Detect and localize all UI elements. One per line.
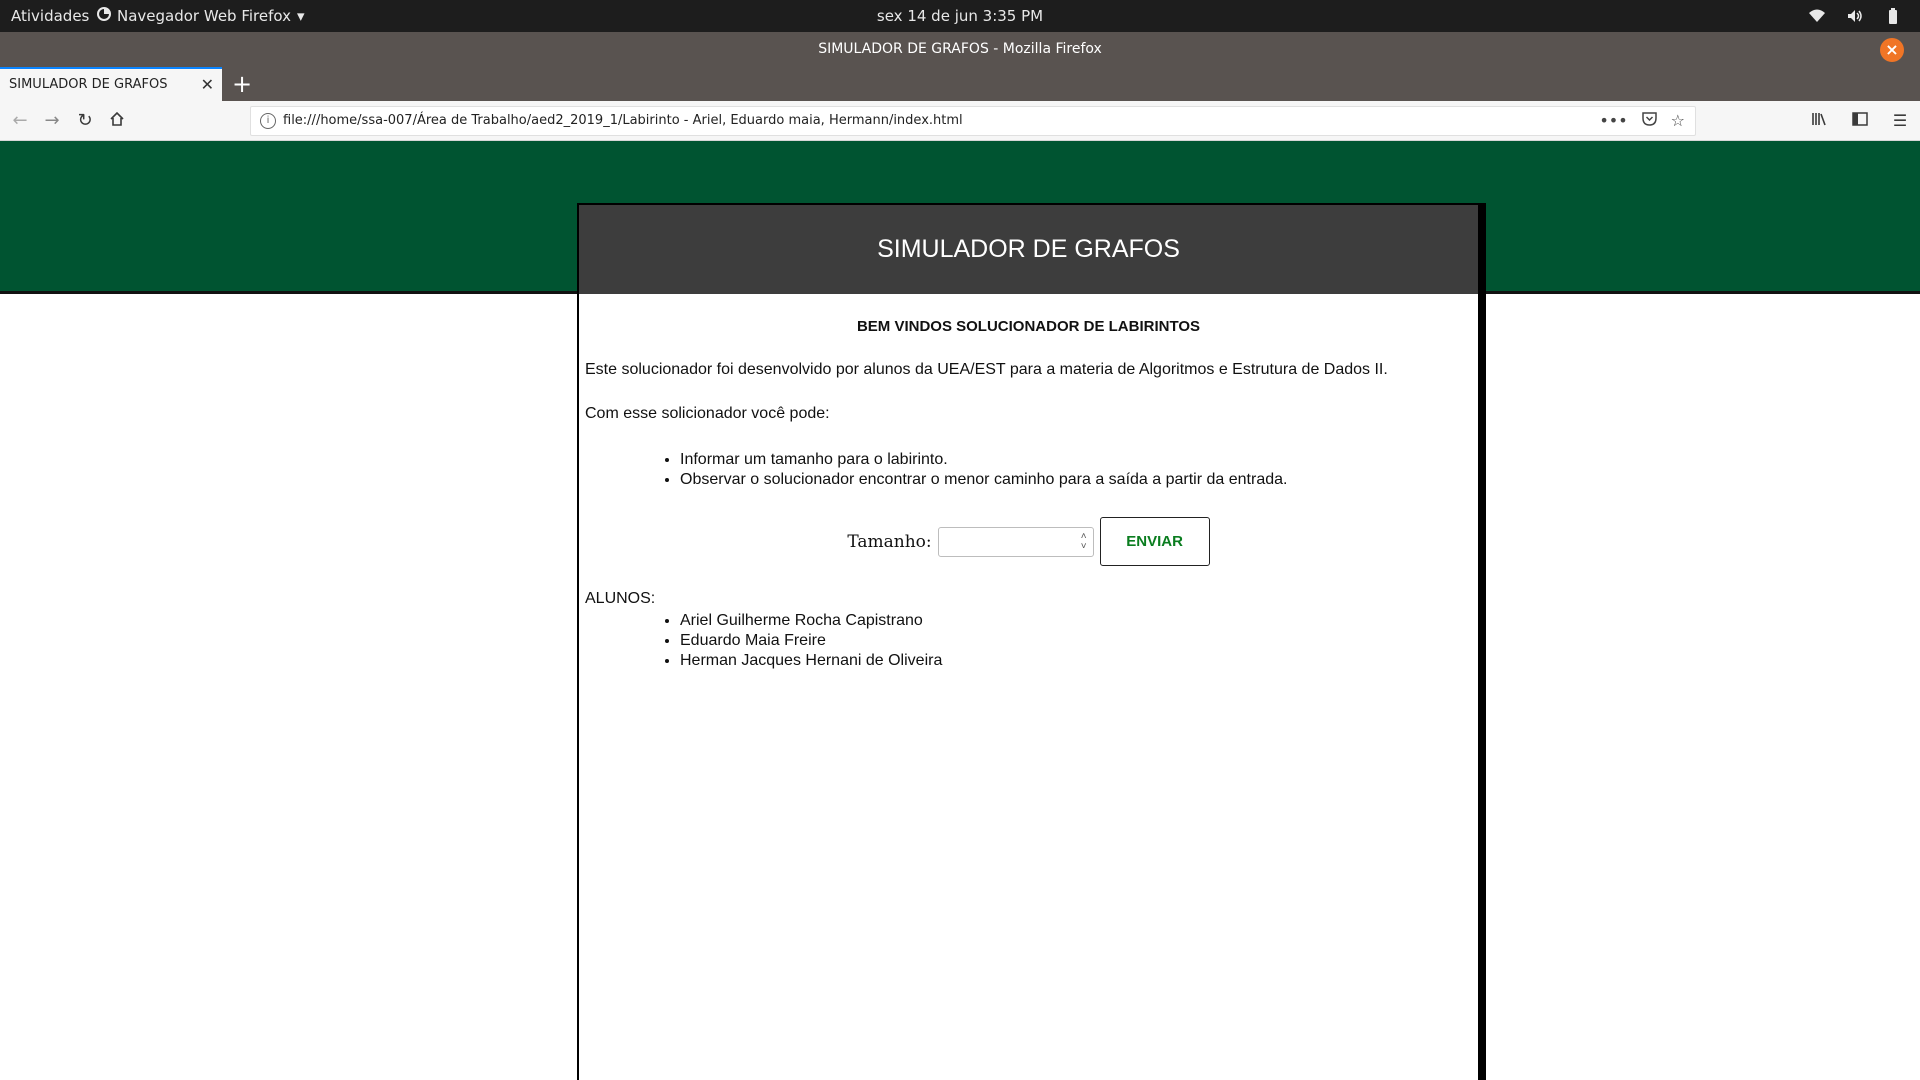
tab-strip: SIMULADOR DE GRAFOS ✕ + xyxy=(0,67,1920,101)
navigation-toolbar: ← → ↻ i file:///home/ssa-007/Área de Tra… xyxy=(0,101,1920,141)
wifi-icon xyxy=(1808,7,1826,25)
back-arrow-icon[interactable]: ← xyxy=(8,109,32,133)
battery-icon xyxy=(1884,7,1902,25)
sidebar-icon[interactable] xyxy=(1848,109,1872,133)
pocket-icon[interactable] xyxy=(1641,111,1657,130)
submit-button[interactable]: ENVIAR xyxy=(1099,517,1210,566)
forward-arrow-icon[interactable]: → xyxy=(40,109,64,133)
url-text[interactable]: file:///home/ssa-007/Área de Trabalho/ae… xyxy=(283,113,963,128)
list-item: Informar um tamanho para o labirinto. xyxy=(680,451,1472,469)
system-top-bar: Atividades Navegador Web Firefox ▾ sex 1… xyxy=(0,0,1920,32)
size-label: Tamanho: xyxy=(847,531,932,552)
site-info-icon[interactable]: i xyxy=(260,113,276,129)
spinner-arrows-icon[interactable]: ˄ ˅ xyxy=(1081,531,1087,552)
tab-simulador[interactable]: SIMULADOR DE GRAFOS ✕ xyxy=(0,67,222,101)
system-tray[interactable] xyxy=(1808,7,1902,25)
list-item: Herman Jacques Hernani de Oliveira xyxy=(680,652,1472,670)
features-list: Informar um tamanho para o labirinto. Ob… xyxy=(585,451,1472,489)
home-icon[interactable] xyxy=(105,109,129,133)
students-list: Ariel Guilherme Rocha Capistrano Eduardo… xyxy=(585,612,1472,670)
window-title: SIMULADOR DE GRAFOS - Mozilla Firefox xyxy=(818,41,1102,57)
firefox-icon xyxy=(97,7,111,25)
close-window-icon[interactable]: × xyxy=(1880,38,1904,62)
size-number-input[interactable]: ˄ ˅ xyxy=(937,526,1094,557)
app-menu-label: Navegador Web Firefox xyxy=(117,7,291,25)
url-bar[interactable]: i file:///home/ssa-007/Área de Trabalho/… xyxy=(250,106,1696,136)
web-page: SIMULADOR DE GRAFOS BEM VINDOS SOLUCIONA… xyxy=(0,141,1920,1080)
chevron-down-icon: ▾ xyxy=(296,7,305,25)
intro-paragraph: Este solucionador foi desenvolvido por a… xyxy=(585,361,1388,378)
tab-label: SIMULADOR DE GRAFOS xyxy=(9,77,168,92)
page-actions-icon[interactable]: ••• xyxy=(1599,111,1627,130)
window-title-bar: SIMULADOR DE GRAFOS - Mozilla Firefox × xyxy=(0,32,1920,67)
welcome-heading: BEM VINDOS SOLUCIONADOR DE LABIRINTOS xyxy=(856,318,1201,335)
students-title: ALUNOS: xyxy=(585,590,656,607)
reload-icon[interactable]: ↻ xyxy=(73,109,97,133)
list-item: Eduardo Maia Freire xyxy=(680,632,1472,650)
tab-close-icon[interactable]: ✕ xyxy=(201,75,214,94)
activities-button[interactable]: Atividades xyxy=(11,7,89,25)
features-title: Com esse solicionador você pode: xyxy=(585,405,830,422)
new-tab-icon[interactable]: + xyxy=(232,70,252,98)
content-card: SIMULADOR DE GRAFOS BEM VINDOS SOLUCIONA… xyxy=(577,203,1480,1080)
list-item: Observar o solucionador encontrar o meno… xyxy=(680,471,1472,489)
hamburger-menu-icon[interactable]: ☰ xyxy=(1888,109,1912,133)
list-item: Ariel Guilherme Rocha Capistrano xyxy=(680,612,1472,630)
library-icon[interactable] xyxy=(1808,109,1832,133)
bookmark-star-icon[interactable]: ☆ xyxy=(1671,111,1685,130)
size-form: Tamanho: ˄ ˅ ENVIAR xyxy=(585,517,1472,566)
volume-icon xyxy=(1846,7,1864,25)
app-menu[interactable]: Navegador Web Firefox ▾ xyxy=(97,7,305,25)
clock[interactable]: sex 14 de jun 3:35 PM xyxy=(877,7,1043,25)
page-title: SIMULADOR DE GRAFOS xyxy=(579,205,1478,294)
